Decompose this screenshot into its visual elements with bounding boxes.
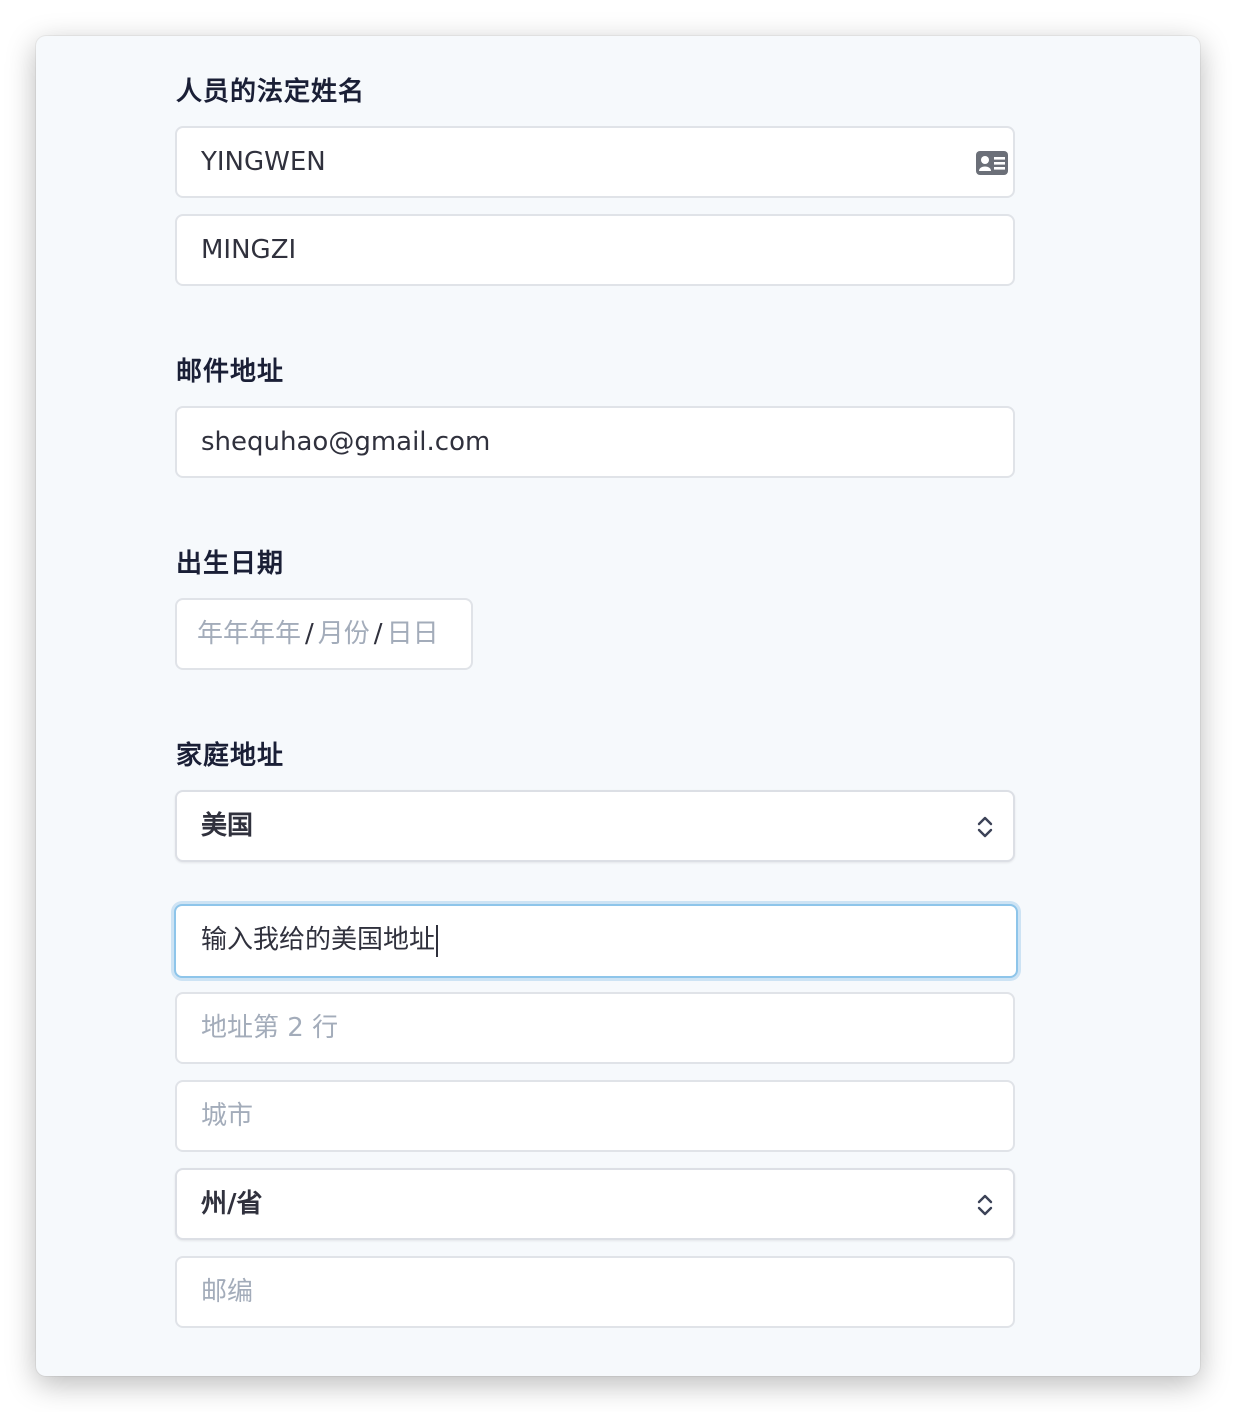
email-value: shequhao@gmail.com [201, 427, 491, 457]
postal-code-placeholder: 邮编 [201, 1277, 254, 1307]
legal-name-label: 人员的法定姓名 [176, 77, 366, 107]
form-panel: 人员的法定姓名 YINGWEN MINGZI 邮件地址 shequhao@gma… [36, 36, 1200, 1376]
birth-date-field[interactable]: 年年年年 / 月份 / 日日 [175, 598, 473, 670]
birth-month-segment[interactable]: 月份 [318, 619, 370, 649]
birth-year-segment[interactable]: 年年年年 [197, 619, 301, 649]
last-name-field[interactable]: MINGZI [175, 214, 1015, 286]
city-input[interactable]: 城市 [175, 1080, 1015, 1152]
text-caret [436, 924, 439, 957]
date-separator: / [373, 619, 383, 649]
state-select[interactable]: 州/省 [175, 1168, 1015, 1240]
home-address-label: 家庭地址 [176, 741, 285, 771]
date-separator: / [305, 619, 314, 649]
address-line1-value: 输入我给的美国地址 [201, 906, 439, 974]
address-line2-input[interactable]: 地址第 2 行 [175, 992, 1015, 1064]
last-name-value: MINGZI [201, 235, 297, 265]
birth-day-segment[interactable]: 日日 [387, 619, 439, 649]
state-value: 州/省 [201, 1189, 263, 1219]
postal-code-input[interactable]: 邮编 [175, 1256, 1015, 1328]
address-line2-placeholder: 地址第 2 行 [201, 1013, 339, 1043]
country-select[interactable]: 美国 [175, 790, 1015, 862]
address-line1-input[interactable]: 输入我给的美国地址 [174, 904, 1018, 978]
id-card-icon [976, 151, 1008, 175]
chevron-up-down-icon [977, 1194, 993, 1216]
birth-date-label: 出生日期 [176, 549, 285, 579]
city-placeholder: 城市 [201, 1101, 254, 1131]
chevron-up-down-icon [977, 816, 993, 838]
address-line1-text: 输入我给的美国地址 [201, 925, 436, 955]
email-label: 邮件地址 [176, 357, 285, 387]
country-value: 美国 [201, 811, 254, 841]
first-name-field[interactable]: YINGWEN [175, 126, 1015, 198]
first-name-value: YINGWEN [201, 147, 326, 177]
email-field[interactable]: shequhao@gmail.com [175, 406, 1015, 478]
birth-date-segments: 年年年年 / 月份 / 日日 [197, 600, 439, 668]
